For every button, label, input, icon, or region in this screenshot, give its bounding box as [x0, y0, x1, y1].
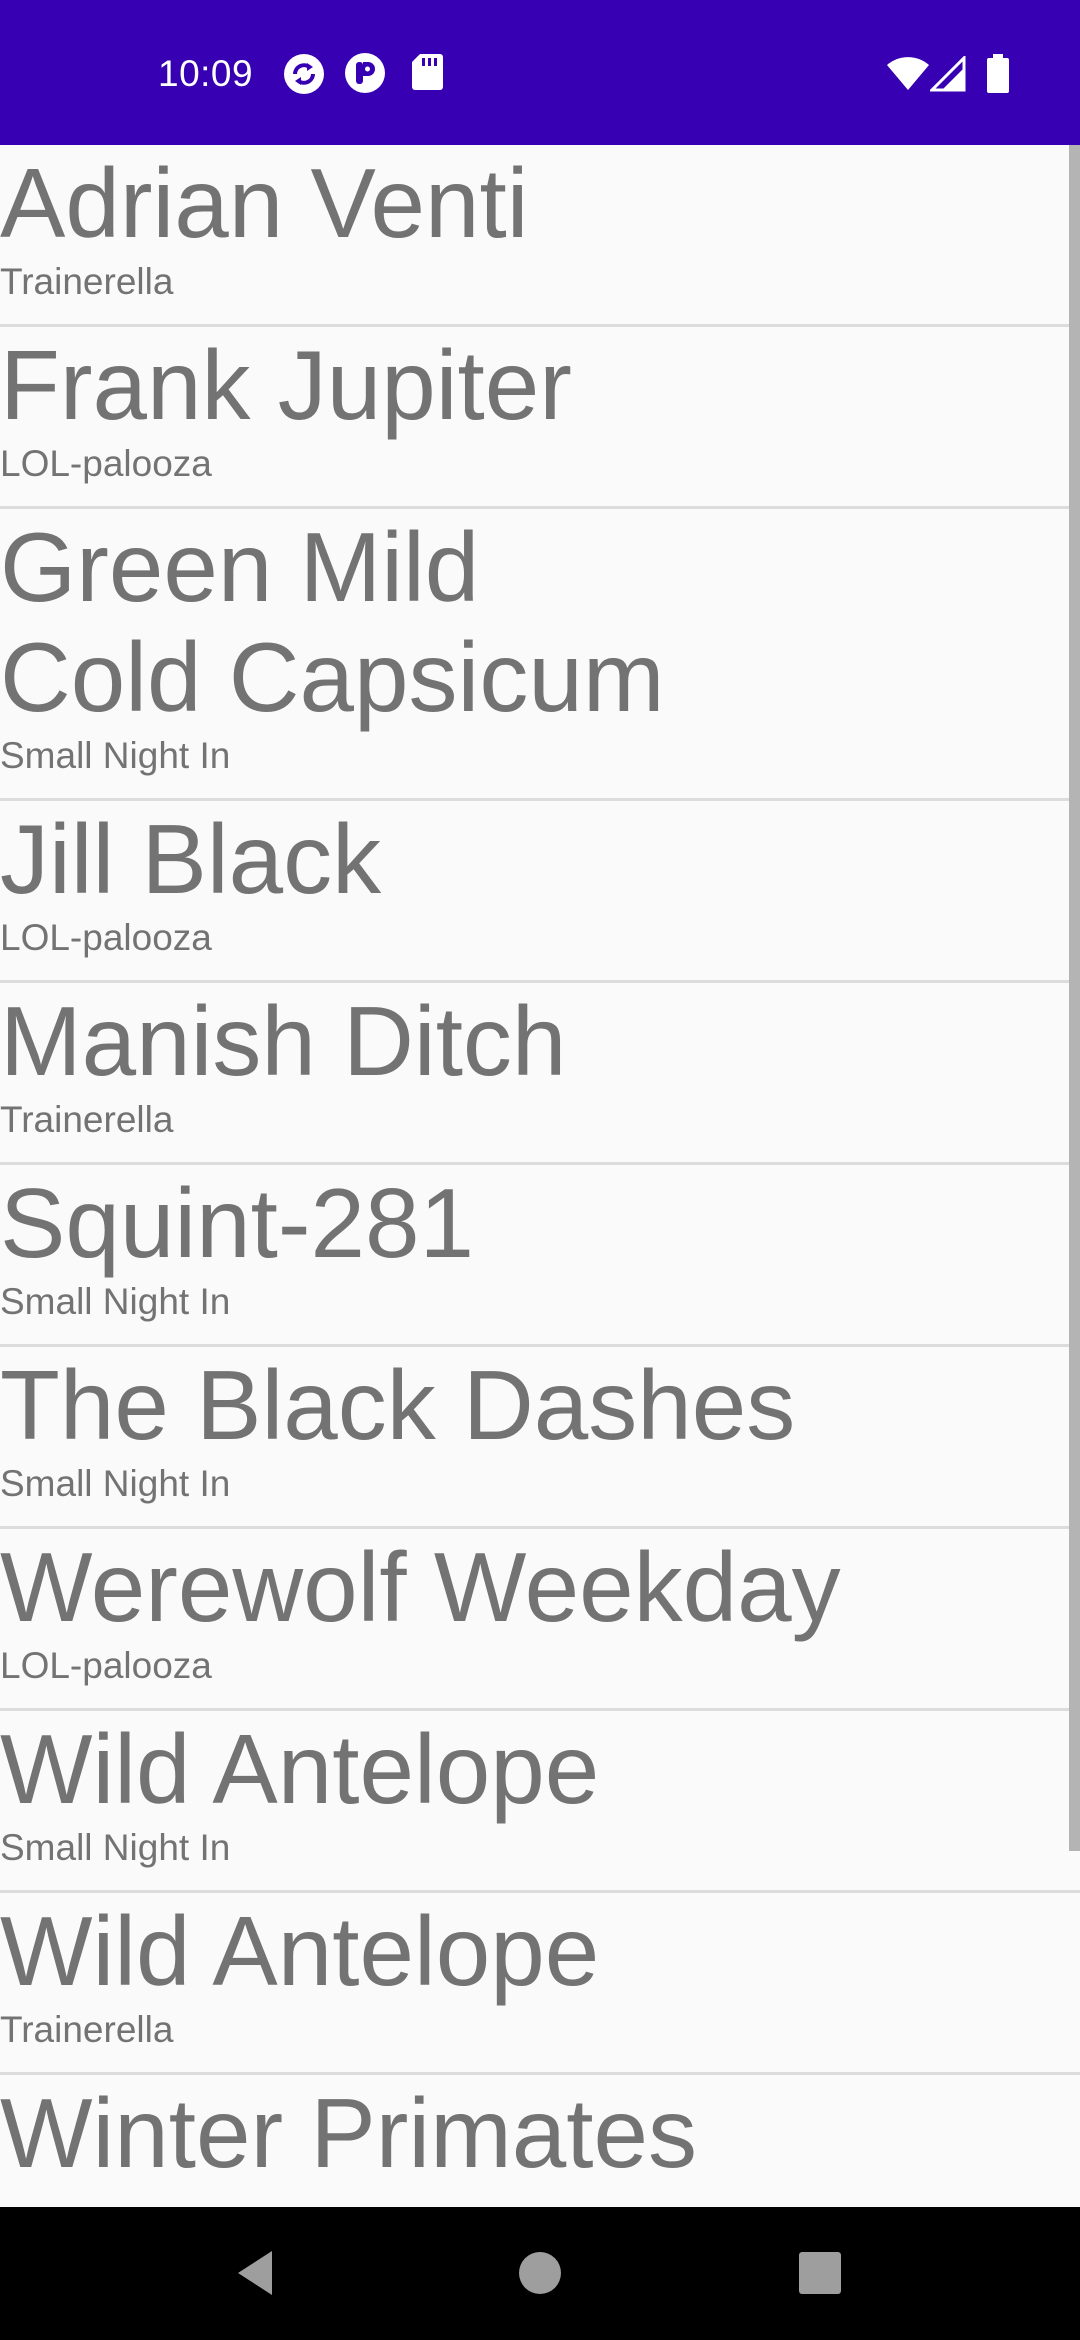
list-item-subtitle: Small Night In [0, 735, 231, 776]
list-item[interactable]: Wild Antelope Trainerella [0, 1893, 1080, 2075]
list-item[interactable]: Manish Ditch Trainerella [0, 983, 1080, 1165]
navigation-bar [0, 2207, 1080, 2340]
list-item[interactable]: Adrian Venti Trainerella [0, 145, 1080, 327]
list-item-subtitle: Trainerella [0, 261, 174, 302]
app-notification-icon [345, 53, 385, 93]
list-item-title: Squint-281 [0, 1168, 475, 1278]
list-item-subtitle: LOL-palooza [0, 917, 212, 958]
status-bar: 10:09 [0, 0, 1080, 145]
list-item[interactable]: Squint-281 Small Night In [0, 1165, 1080, 1347]
list-item-title: The Black Dashes [0, 1350, 796, 1460]
list-item-title: Wild Antelope [0, 1714, 600, 1824]
status-time: 10:09 [158, 53, 254, 94]
list-item-subtitle: LOL-palooza [0, 443, 212, 484]
list-item-subtitle: Trainerella [0, 1099, 174, 1140]
list-item-title: Adrian Venti [0, 148, 529, 258]
cell-signal-icon [930, 56, 966, 92]
list-item[interactable]: The Black Dashes Small Night In [0, 1347, 1080, 1529]
list-item[interactable]: Winter Primates [0, 2075, 1080, 2207]
list-item-subtitle: Small Night In [0, 1827, 231, 1868]
list-item[interactable]: Frank Jupiter LOL-palooza [0, 327, 1080, 509]
wifi-icon [887, 57, 929, 90]
list-item[interactable]: Jill Black LOL-palooza [0, 801, 1080, 983]
list-item-title: Green Mild Cold Capsicum [0, 512, 665, 732]
recents-icon[interactable] [784, 2237, 856, 2309]
home-icon[interactable] [504, 2237, 576, 2309]
sync-icon [284, 54, 324, 94]
list-item-subtitle: Small Night In [0, 1463, 231, 1504]
battery-icon [987, 54, 1009, 93]
list-item[interactable]: Wild Antelope Small Night In [0, 1711, 1080, 1893]
content-list[interactable]: Adrian Venti Trainerella Frank Jupiter L… [0, 145, 1080, 2207]
back-icon[interactable] [222, 2237, 294, 2309]
list-item-subtitle [0, 2188, 1080, 2190]
list-item-subtitle: LOL-palooza [0, 1645, 212, 1686]
list-item-title: Winter Primates [0, 2078, 698, 2188]
list-item-title: Wild Antelope [0, 1896, 600, 2006]
list-item[interactable]: Green Mild Cold Capsicum Small Night In [0, 509, 1080, 801]
list-item-title: Manish Ditch [0, 986, 567, 1096]
list-item-title: Jill Black [0, 804, 382, 914]
list-item-title: Werewolf Weekday [0, 1532, 841, 1642]
list-item[interactable]: Werewolf Weekday LOL-palooza [0, 1529, 1080, 1711]
scrollbar[interactable] [1069, 145, 1080, 1851]
list-item-title: Frank Jupiter [0, 330, 572, 440]
sd-card-icon [412, 54, 443, 90]
list-item-subtitle: Trainerella [0, 2009, 174, 2050]
list-item-subtitle: Small Night In [0, 1281, 231, 1322]
